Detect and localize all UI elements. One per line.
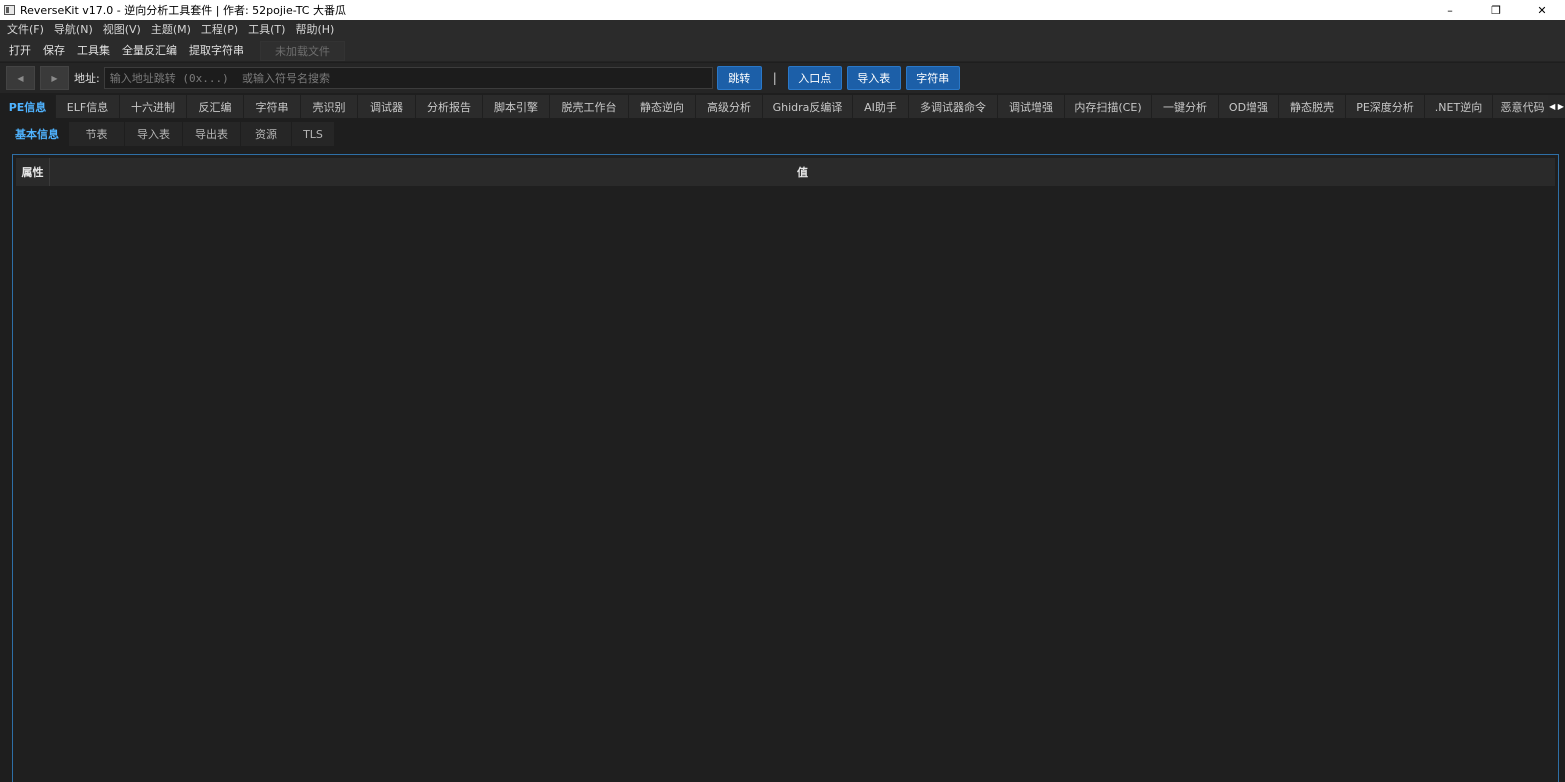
- menu-file[interactable]: 文件(F): [2, 20, 49, 40]
- tab-static-unpack[interactable]: 静态脱壳: [1279, 95, 1346, 118]
- back-arrow-icon: ◀: [17, 73, 24, 83]
- table-header: 属性 值: [16, 158, 1555, 186]
- tab-disassembly[interactable]: 反汇编: [187, 95, 244, 118]
- subtab-tls[interactable]: TLS: [292, 122, 334, 146]
- subtab-imports[interactable]: 导入表: [125, 122, 182, 146]
- back-button[interactable]: ◀: [6, 66, 35, 90]
- tab-unpack-workbench[interactable]: 脱壳工作台: [550, 95, 629, 118]
- tab-one-click-analysis[interactable]: 一键分析: [1152, 95, 1219, 118]
- minimize-button[interactable]: –: [1427, 0, 1473, 20]
- tab-scroll-arrows-icon[interactable]: ◀ ▶: [1548, 95, 1565, 118]
- full-disassemble-button[interactable]: 全量反汇编: [116, 41, 183, 61]
- tab-strings[interactable]: 字符串: [244, 95, 301, 118]
- separator: |: [772, 71, 777, 85]
- toolset-button[interactable]: 工具集: [71, 41, 116, 61]
- address-input[interactable]: [103, 67, 713, 89]
- tab-pe-info[interactable]: PE信息: [0, 95, 56, 118]
- extract-strings-button[interactable]: 提取字符串: [183, 41, 250, 61]
- tab-memory-scan[interactable]: 内存扫描(CE): [1065, 95, 1152, 118]
- tab-od-enhance[interactable]: OD增强: [1219, 95, 1279, 118]
- menu-theme[interactable]: 主题(M): [146, 20, 196, 40]
- subtab-exports[interactable]: 导出表: [183, 122, 240, 146]
- menu-view[interactable]: 视图(V): [98, 20, 146, 40]
- close-button[interactable]: ✕: [1519, 0, 1565, 20]
- subtab-sections[interactable]: 节表: [69, 122, 124, 146]
- tab-ghidra-decompile[interactable]: Ghidra反编译: [763, 95, 853, 118]
- address-bar: ◀ ▶ 地址: 跳转 | 入口点 导入表 字符串: [0, 63, 1565, 93]
- save-button[interactable]: 保存: [37, 41, 71, 61]
- tab-debug-enhance[interactable]: 调试增强: [998, 95, 1065, 118]
- column-header-attribute[interactable]: 属性: [16, 158, 50, 186]
- tab-dotnet-reverse[interactable]: .NET逆向: [1425, 95, 1493, 118]
- menu-help[interactable]: 帮助(H): [290, 20, 339, 40]
- main-tab-bar: PE信息 ELF信息 十六进制 反汇编 字符串 壳识别 调试器 分析报告 脚本引…: [0, 95, 1565, 118]
- app-icon: [4, 5, 15, 15]
- menu-navigate[interactable]: 导航(N): [49, 20, 98, 40]
- title-bar: ReverseKit v17.0 - 逆向分析工具套件 | 作者: 52poji…: [0, 0, 1565, 20]
- tab-debugger[interactable]: 调试器: [358, 95, 416, 118]
- tab-script-engine[interactable]: 脚本引擎: [483, 95, 550, 118]
- subtab-resources[interactable]: 资源: [241, 122, 291, 146]
- file-status: 未加载文件: [260, 40, 345, 61]
- tab-analysis-report[interactable]: 分析报告: [416, 95, 483, 118]
- menu-bar: 文件(F) 导航(N) 视图(V) 主题(M) 工程(P) 工具(T) 帮助(H…: [0, 20, 1565, 40]
- forward-button[interactable]: ▶: [40, 66, 69, 90]
- entry-point-button[interactable]: 入口点: [787, 66, 842, 90]
- pe-info-panel: 属性 值: [12, 154, 1559, 782]
- toolbar: 打开 保存 工具集 全量反汇编 提取字符串 未加载文件: [0, 40, 1565, 62]
- sub-tab-bar: 基本信息 节表 导入表 导出表 资源 TLS: [0, 121, 1565, 147]
- window-controls: – ❐ ✕: [1427, 0, 1565, 20]
- subtab-basic-info[interactable]: 基本信息: [6, 122, 68, 146]
- forward-arrow-icon: ▶: [51, 73, 58, 83]
- tab-malware-code[interactable]: 恶意代码: [1493, 95, 1553, 118]
- restore-button[interactable]: ❐: [1473, 0, 1519, 20]
- tab-elf-info[interactable]: ELF信息: [56, 95, 120, 118]
- tab-multi-debugger-cmd[interactable]: 多调试器命令: [909, 95, 998, 118]
- jump-button[interactable]: 跳转: [716, 66, 762, 90]
- address-label: 地址:: [74, 72, 100, 85]
- tab-advanced-analysis[interactable]: 高级分析: [696, 95, 763, 118]
- open-button[interactable]: 打开: [3, 41, 37, 61]
- menu-tools[interactable]: 工具(T): [243, 20, 290, 40]
- tab-ai-assistant[interactable]: AI助手: [853, 95, 909, 118]
- tab-hex[interactable]: 十六进制: [120, 95, 187, 118]
- strings-button[interactable]: 字符串: [905, 66, 960, 90]
- tab-packer-id[interactable]: 壳识别: [301, 95, 358, 118]
- import-table-button[interactable]: 导入表: [846, 66, 901, 90]
- tab-pe-deep-analysis[interactable]: PE深度分析: [1346, 95, 1425, 118]
- menu-project[interactable]: 工程(P): [196, 20, 243, 40]
- window-title: ReverseKit v17.0 - 逆向分析工具套件 | 作者: 52poji…: [20, 4, 346, 17]
- tab-static-reverse[interactable]: 静态逆向: [629, 95, 696, 118]
- column-header-value[interactable]: 值: [50, 158, 1555, 186]
